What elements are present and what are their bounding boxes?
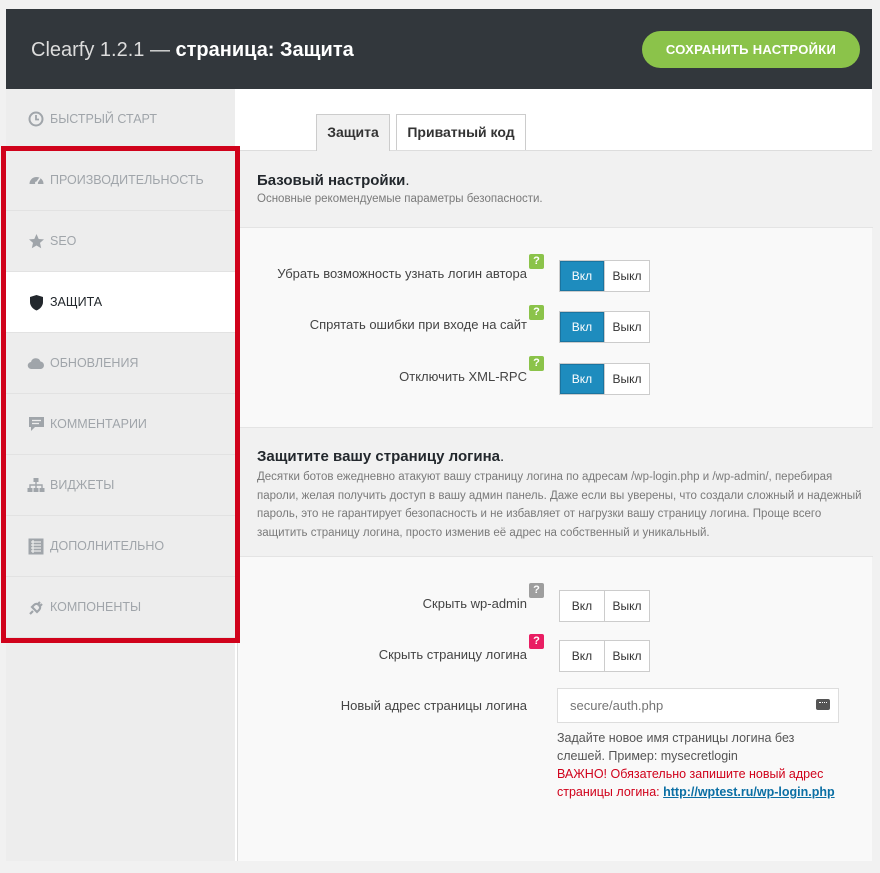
help-icon[interactable]: ? [529,634,544,649]
hide-login-errors-toggle: Вкл Выкл [559,311,650,343]
clock-icon [27,110,45,128]
section-description: Десятки ботов ежедневно атакуют вашу стр… [257,471,862,539]
help-icon[interactable]: ? [529,356,544,371]
toggle-on-button[interactable]: Вкл [560,641,605,671]
option-label: Спрятать ошибки при входе на сайт [309,317,527,332]
page-header-title: Clearfy 1.2.1 — страница: Защита [31,39,354,62]
page-title: страница: Защита [175,39,354,61]
login-url-link[interactable]: http://wptest.ru/wp-login.php [663,785,835,799]
help-icon[interactable]: ? [529,583,544,598]
toggle-on-button[interactable]: Вкл [560,312,605,342]
top-header: Clearfy 1.2.1 — страница: Защита СОХРАНИ… [6,9,872,89]
login-url-hint: Задайте новое имя страницы логина без сл… [557,731,795,763]
toggle-off-button[interactable]: Выкл [605,312,649,342]
title-separator: — [149,39,170,61]
option-label: Убрать возможность узнать логин автора [277,266,527,281]
keyboard-icon [816,699,830,710]
option-label: Новый адрес страницы логина [340,698,527,713]
main-content: Защита Приватный код Базовый настройки. … [235,89,873,861]
app-name: Clearfy 1.2.1 [31,39,145,61]
hide-login-page-toggle: Вкл Выкл [559,640,650,672]
disable-xmlrpc-toggle: Вкл Выкл [559,363,650,395]
toggle-off-button[interactable]: Выкл [605,641,649,671]
toggle-on-button[interactable]: Вкл [560,364,605,394]
basic-settings-header: Базовый настройки. Основные рекомендуемы… [238,151,873,228]
new-login-url-input[interactable] [557,688,839,723]
section-title: Защитите вашу страницу логина. [257,448,505,465]
option-label: Отключить XML-RPC [399,369,527,384]
sidebar-item-label: БЫСТРЫЙ СТАРТ [50,112,157,126]
login-protection-header: Защитите вашу страницу логина. Десятки б… [238,427,873,557]
login-url-warning: ВАЖНО! Обязательно запишите новый адрес … [557,765,837,801]
help-icon[interactable]: ? [529,254,544,269]
help-icon[interactable]: ? [529,305,544,320]
tab-bar: Защита Приватный код [235,89,872,151]
option-label: Скрыть wp-admin [422,596,527,611]
toggle-off-button[interactable]: Выкл [605,591,649,621]
option-label: Скрыть страницу логина [378,647,527,662]
section-description: Основные рекомендуемые параметры безопас… [257,193,543,205]
toggle-off-button[interactable]: Выкл [605,364,649,394]
settings-panel: Базовый настройки. Основные рекомендуемы… [237,150,873,861]
sidebar-item-quick-start[interactable]: БЫСТРЫЙ СТАРТ [6,89,235,150]
save-settings-button[interactable]: СОХРАНИТЬ НАСТРОЙКИ [642,31,860,68]
tab-security[interactable]: Защита [316,114,390,151]
toggle-on-button[interactable]: Вкл [560,591,605,621]
tab-private-code[interactable]: Приватный код [396,114,526,151]
toggle-on-button[interactable]: Вкл [560,261,605,291]
hide-author-login-toggle: Вкл Выкл [559,260,650,292]
section-title: Базовый настройки. [257,172,410,189]
highlight-frame [1,146,240,643]
hide-wp-admin-toggle: Вкл Выкл [559,590,650,622]
toggle-off-button[interactable]: Выкл [605,261,649,291]
